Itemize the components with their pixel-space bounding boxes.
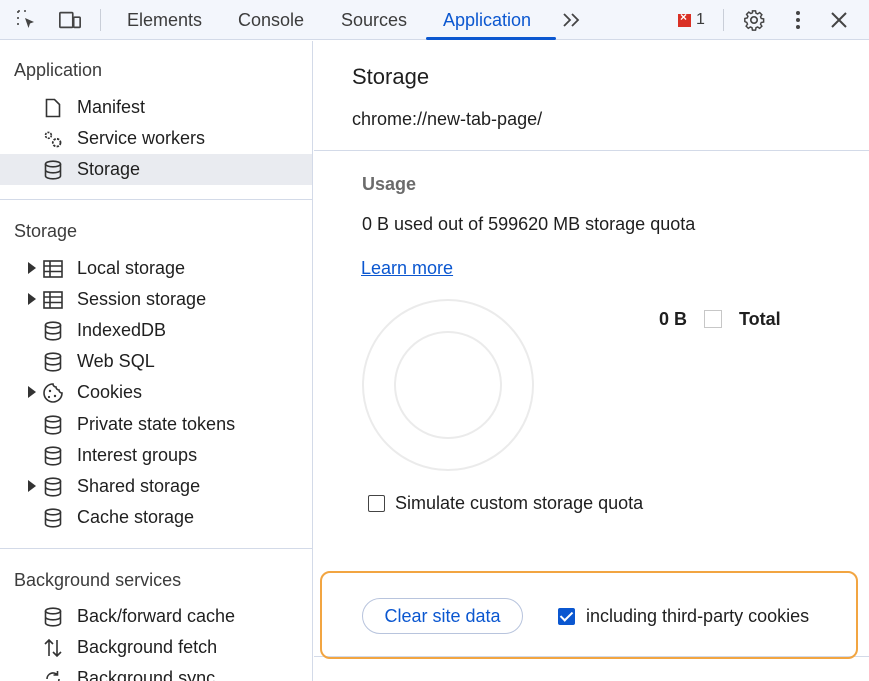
sidebar-item-local-storage[interactable]: Local storage	[0, 253, 312, 284]
pie-inner-ring	[394, 331, 502, 439]
section-title-background-services: Background services	[14, 570, 182, 590]
table-icon	[42, 289, 64, 311]
sidebar-item-interest-groups[interactable]: Interest groups	[0, 440, 312, 471]
sidebar-item-cache-storage[interactable]: Cache storage	[0, 502, 312, 533]
simulate-quota-label[interactable]: Simulate custom storage quota	[395, 493, 643, 514]
usage-heading: Usage	[362, 174, 417, 194]
sidebar-item-service-workers[interactable]: Service workers	[0, 123, 312, 154]
sidebar-item-label: Cache storage	[77, 507, 195, 527]
section-title-application: Application	[14, 60, 103, 80]
more-vert-icon[interactable]	[786, 8, 810, 32]
page-title: Storage	[352, 64, 430, 89]
sidebar-item-label: Background sync	[77, 668, 216, 681]
sidebar-item-label: Service workers	[77, 128, 206, 148]
expand-arrow-icon[interactable]	[27, 261, 37, 275]
sync-icon	[42, 668, 64, 681]
database-icon	[42, 159, 64, 181]
devtools-toolbar: Elements Console Sources Application 1	[0, 0, 869, 40]
sidebar-item-shared-storage[interactable]: Shared storage	[0, 471, 312, 502]
sidebar-item-session-storage[interactable]: Session storage	[0, 284, 312, 315]
active-tab-indicator	[426, 37, 556, 40]
legend-swatch	[704, 310, 722, 328]
gear-icon[interactable]	[742, 8, 766, 32]
simulate-quota-checkbox[interactable]	[368, 495, 385, 512]
sidebar-item-label: Private state tokens	[77, 414, 236, 434]
sidebar-item-background-fetch[interactable]: Background fetch	[0, 632, 312, 663]
error-count-badge[interactable]: 1	[678, 10, 705, 29]
close-icon[interactable]	[827, 8, 851, 32]
sidebar-item-label: Local storage	[77, 258, 186, 278]
up-down-arrows-icon	[42, 637, 64, 659]
section-divider	[0, 199, 312, 200]
usage-pie-chart	[362, 299, 534, 471]
gears-icon	[42, 128, 64, 150]
pie-outer-ring	[362, 299, 534, 471]
error-icon	[678, 10, 691, 27]
sidebar-item-cookies[interactable]: Cookies	[0, 377, 312, 408]
sidebar-item-label: Shared storage	[77, 476, 201, 496]
include-third-party-cookies-checkbox[interactable]	[558, 608, 575, 625]
legend-total-value: 0 B	[659, 309, 688, 329]
expand-arrow-icon[interactable]	[27, 385, 37, 399]
origin-url: chrome://new-tab-page/	[352, 109, 543, 129]
include-third-party-cookies-label[interactable]: including third-party cookies	[586, 606, 809, 627]
tab-application[interactable]: Application	[443, 0, 531, 40]
clear-site-data-button[interactable]: Clear site data	[362, 598, 523, 634]
sidebar-item-label: Session storage	[77, 289, 207, 309]
cookie-icon	[42, 382, 64, 404]
inspect-element-icon[interactable]	[15, 8, 39, 32]
sidebar-item-label: Web SQL	[77, 351, 155, 371]
sidebar-item-manifest[interactable]: Manifest	[0, 92, 312, 123]
error-count: 1	[696, 11, 705, 28]
sidebar-item-web-sql[interactable]: Web SQL	[0, 346, 312, 377]
usage-text: 0 B used out of 599620 MB storage quota	[362, 214, 696, 234]
sidebar-item-label: Cookies	[77, 382, 143, 402]
toolbar-separator	[100, 9, 101, 31]
sidebar: Application Manifest Service workers Sto…	[0, 41, 313, 681]
sidebar-item-label: Manifest	[77, 97, 146, 117]
double-chevron-right-icon[interactable]	[560, 8, 584, 32]
tab-elements[interactable]: Elements	[127, 0, 202, 40]
sidebar-item-back-forward-cache[interactable]: Back/forward cache	[0, 601, 312, 632]
sidebar-item-storage[interactable]: Storage	[0, 154, 312, 185]
device-toolbar-icon[interactable]	[58, 8, 82, 32]
document-icon	[42, 97, 64, 119]
database-icon	[42, 414, 64, 436]
database-icon	[42, 476, 64, 498]
section-title-storage: Storage	[14, 221, 78, 241]
legend-total-label: Total	[739, 309, 781, 329]
sidebar-item-label: IndexedDB	[77, 320, 167, 340]
sidebar-item-private-state-tokens[interactable]: Private state tokens	[0, 409, 312, 440]
sidebar-item-label: Storage	[77, 159, 141, 179]
header-divider	[314, 150, 869, 151]
sidebar-item-label: Background fetch	[77, 637, 218, 657]
database-icon	[42, 606, 64, 628]
storage-panel: Storage chrome://new-tab-page/ Usage 0 B…	[314, 41, 869, 681]
toolbar-separator	[723, 9, 724, 31]
database-icon	[42, 507, 64, 529]
tab-sources[interactable]: Sources	[341, 0, 407, 40]
expand-arrow-icon[interactable]	[27, 479, 37, 493]
expand-arrow-icon[interactable]	[27, 292, 37, 306]
sidebar-item-indexeddb[interactable]: IndexedDB	[0, 315, 312, 346]
table-icon	[42, 258, 64, 280]
database-icon	[42, 351, 64, 373]
database-icon	[42, 445, 64, 467]
sidebar-item-label: Interest groups	[77, 445, 198, 465]
sidebar-item-label: Back/forward cache	[77, 606, 236, 626]
learn-more-link[interactable]: Learn more	[361, 258, 453, 279]
database-icon	[42, 320, 64, 342]
section-divider	[0, 548, 312, 549]
tab-console[interactable]: Console	[238, 0, 304, 40]
sidebar-item-background-sync[interactable]: Background sync	[0, 663, 312, 681]
